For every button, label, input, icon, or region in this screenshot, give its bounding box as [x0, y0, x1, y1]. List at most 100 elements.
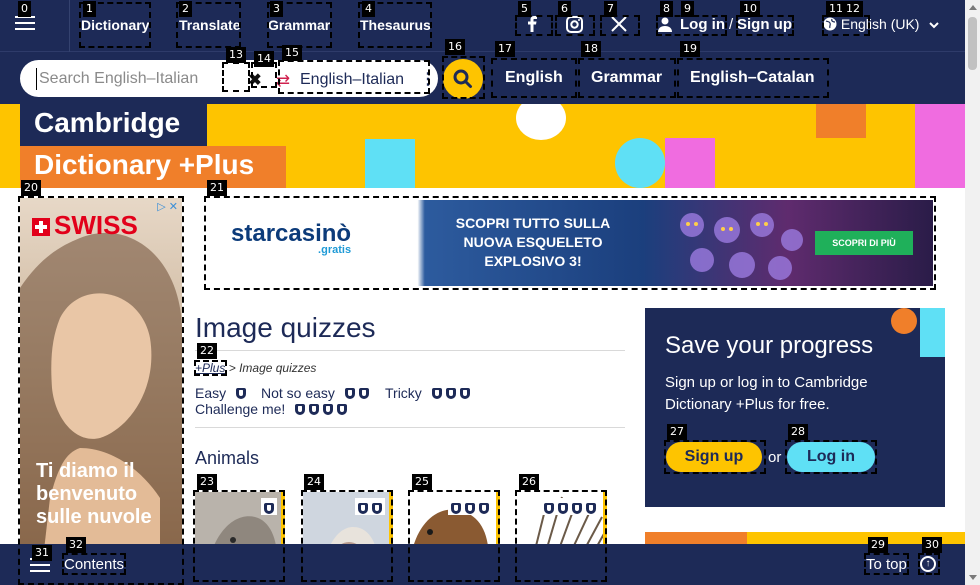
- decor-square: [365, 139, 415, 188]
- annotation-box: [301, 490, 393, 582]
- annotation-box: [442, 56, 485, 99]
- level-label: Challenge me!: [195, 401, 286, 417]
- breadcrumb-separator: >: [228, 361, 236, 375]
- annotation-box: [664, 440, 766, 474]
- annotation-box: [918, 553, 940, 575]
- annotation-label: 15: [282, 45, 302, 61]
- decor-circle: [891, 308, 917, 334]
- shield-icon: [431, 388, 442, 399]
- annotation-label: 8: [660, 1, 673, 17]
- scroll-thumb[interactable]: [968, 17, 977, 70]
- annotation-label: 27: [667, 424, 687, 440]
- annotation-box: [515, 490, 607, 582]
- level-label: Tricky: [385, 385, 422, 401]
- annotation-label: 2: [179, 1, 192, 17]
- menu-button[interactable]: [0, 0, 70, 52]
- annotation-box: [600, 15, 640, 36]
- shield-icon: [445, 388, 456, 399]
- annotation-label: 0: [18, 1, 31, 17]
- login-separator: /: [729, 16, 734, 33]
- shield-icon: [323, 404, 334, 415]
- annotation-label: 14: [254, 51, 274, 67]
- annotation-label: 20: [21, 180, 41, 196]
- annotation-label: 1: [83, 1, 96, 17]
- annotation-box: [18, 196, 184, 585]
- promo-strip: [645, 532, 965, 544]
- decor-square: [915, 104, 965, 188]
- annotation-label: 21: [207, 180, 227, 196]
- decor-circle: [615, 138, 665, 188]
- annotation-label: 18: [581, 41, 601, 57]
- save-progress-text: Sign up or log in to Cambridge Dictionar…: [665, 374, 868, 413]
- annotation-box: [822, 15, 870, 36]
- annotation-box: [677, 58, 829, 98]
- shield-icon: [459, 388, 470, 399]
- divider: [195, 427, 625, 428]
- menu-icon-bar: [15, 28, 35, 30]
- annotation-label: 16: [445, 39, 465, 55]
- level-not-so-easy: Not so easy: [261, 385, 369, 401]
- annotation-label: 3: [270, 1, 283, 17]
- decor-square: [920, 308, 945, 357]
- annotation-box: [278, 60, 430, 94]
- annotation-label: 29: [868, 537, 888, 553]
- shield-icon: [295, 404, 306, 415]
- annotation-label: 7: [604, 1, 617, 17]
- annotation-box: [222, 62, 250, 92]
- decor-square: [665, 138, 715, 188]
- scroll-up-icon[interactable]: [969, 5, 977, 10]
- annotation-box: [736, 15, 794, 36]
- scroll-down-icon[interactable]: [969, 575, 977, 580]
- annotation-label: 4: [362, 1, 375, 17]
- brand-subtitle[interactable]: Dictionary +Plus: [20, 146, 286, 188]
- annotation-label: 22: [197, 343, 217, 359]
- category-title: Animals: [195, 448, 260, 468]
- annotation-label: 31: [32, 545, 52, 561]
- shield-icon: [358, 388, 369, 399]
- annotation-box: [204, 196, 936, 290]
- annotation-label: 13: [226, 47, 246, 63]
- search-input[interactable]: [36, 68, 226, 90]
- annotation-label: 17: [495, 41, 515, 57]
- annotation-box: [194, 360, 227, 376]
- annotation-box: [515, 15, 553, 36]
- level-label: Not so easy: [261, 385, 335, 401]
- save-progress-panel: Save your progress Sign up or log in to …: [645, 308, 945, 507]
- annotation-label: 24: [304, 474, 324, 490]
- annotation-box: [578, 58, 676, 98]
- or-text: or: [768, 449, 782, 466]
- annotation-box: [785, 440, 877, 474]
- level-label: Easy: [195, 385, 227, 401]
- annotation-box: [408, 490, 500, 582]
- decor-circle: [516, 104, 566, 140]
- breadcrumb-current: Image quizzes: [239, 361, 317, 375]
- annotation-label: 25: [412, 474, 432, 490]
- annotation-label: 19: [680, 41, 700, 57]
- brand-title[interactable]: Cambridge: [20, 104, 207, 146]
- annotation-label: 28: [788, 424, 808, 440]
- page-title: Image quizzes: [195, 312, 376, 343]
- save-progress-title: Save your progress: [665, 332, 874, 359]
- annotation-label: 12: [843, 1, 863, 17]
- level-challenge: Challenge me!: [195, 401, 348, 417]
- level-tricky: Tricky: [385, 385, 470, 401]
- annotation-label: 9: [681, 1, 694, 17]
- annotation-box: [491, 58, 577, 98]
- scrollbar[interactable]: [965, 0, 980, 585]
- shield-icon: [236, 388, 247, 399]
- annotation-label: 5: [518, 1, 531, 17]
- divider: [195, 350, 625, 351]
- annotation-box: [555, 15, 595, 36]
- annotation-label: 26: [519, 474, 539, 490]
- level-easy: Easy: [195, 385, 247, 401]
- annotation-box: [193, 490, 285, 582]
- annotation-label: 10: [740, 1, 760, 17]
- decor-square: [816, 104, 866, 138]
- shield-icon: [344, 388, 355, 399]
- shield-icon: [337, 404, 348, 415]
- annotation-label: 32: [66, 537, 86, 553]
- annotation-box: [864, 553, 909, 575]
- annotation-box: [656, 15, 727, 36]
- chevron-down-icon: [929, 16, 940, 32]
- menu-icon-bar: [15, 22, 35, 24]
